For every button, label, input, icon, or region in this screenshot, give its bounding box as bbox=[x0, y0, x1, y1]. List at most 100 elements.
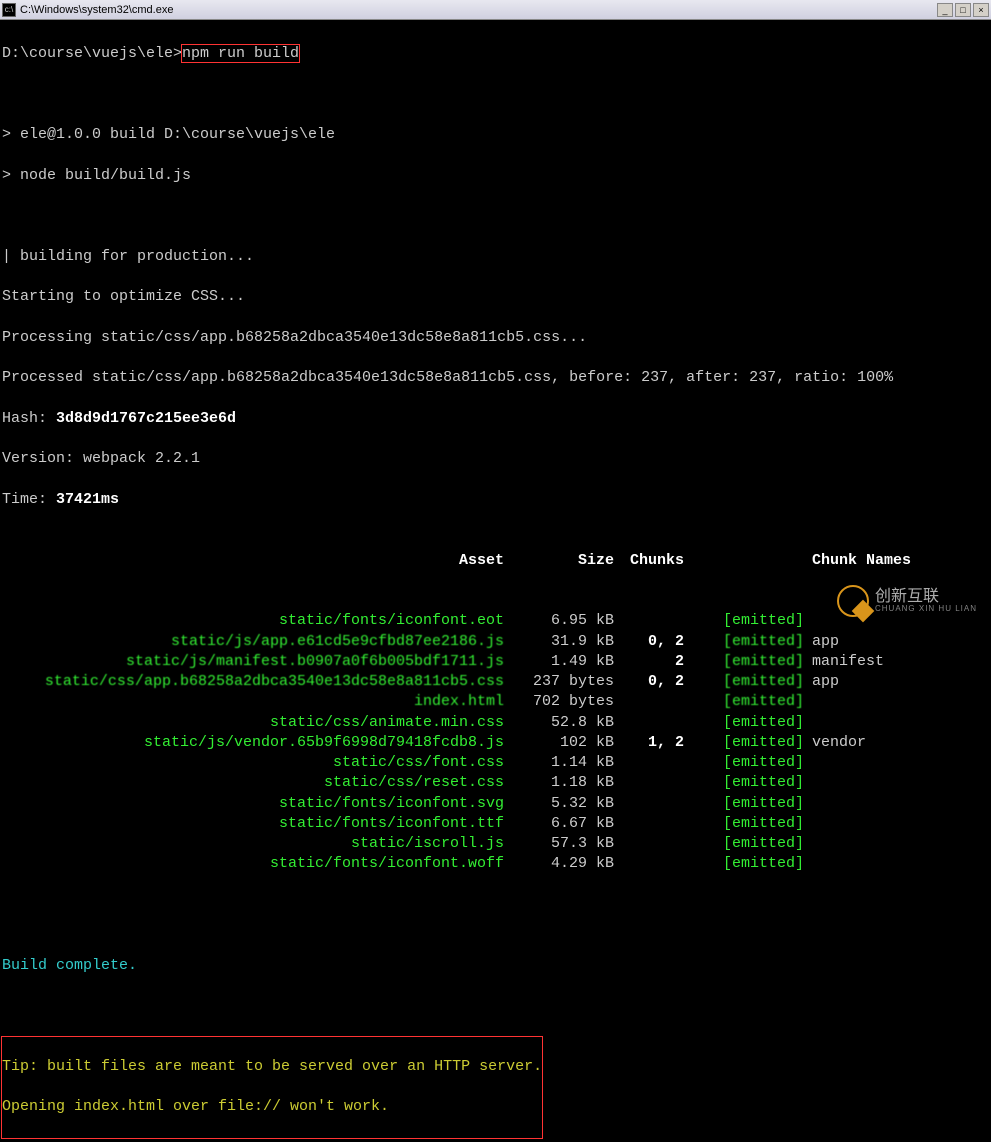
tip-line-2: Opening index.html over file:// won't wo… bbox=[2, 1097, 542, 1117]
asset-emitted: [emitted] bbox=[692, 652, 812, 672]
watermark-logo-icon bbox=[837, 585, 869, 617]
asset-emitted: [emitted] bbox=[692, 753, 812, 773]
asset-chunks: 2 bbox=[622, 652, 692, 672]
asset-row: static/css/app.b68258a2dbca3540e13dc58e8… bbox=[2, 672, 989, 692]
script-line: > ele@1.0.0 build D:\course\vuejs\ele bbox=[2, 125, 989, 145]
chunk-name bbox=[812, 753, 989, 773]
chunk-name: manifest bbox=[812, 652, 989, 672]
asset-emitted: [emitted] bbox=[692, 713, 812, 733]
time-line: Time: 37421ms bbox=[2, 490, 989, 510]
build-line: Starting to optimize CSS... bbox=[2, 287, 989, 307]
asset-name: index.html bbox=[2, 692, 512, 712]
asset-row: static/iscroll.js57.3 kB [emitted] bbox=[2, 834, 989, 854]
asset-name: static/css/animate.min.css bbox=[2, 713, 512, 733]
asset-chunks bbox=[622, 854, 692, 874]
asset-size: 5.32 kB bbox=[512, 794, 622, 814]
asset-name: static/fonts/iconfont.svg bbox=[2, 794, 512, 814]
hash-line: Hash: 3d8d9d1767c215ee3e6d bbox=[2, 409, 989, 429]
asset-name: static/css/font.css bbox=[2, 753, 512, 773]
version-line: Version: webpack 2.2.1 bbox=[2, 449, 989, 469]
script-line: > node build/build.js bbox=[2, 166, 989, 186]
tip-box: Tip: built files are meant to be served … bbox=[2, 1037, 542, 1138]
asset-name: static/js/vendor.65b9f6998d79418fcdb8.js bbox=[2, 733, 512, 753]
asset-row: index.html702 bytes [emitted] bbox=[2, 692, 989, 712]
asset-chunks bbox=[622, 713, 692, 733]
watermark-text: 创新互联 bbox=[875, 588, 977, 606]
window-title: C:\Windows\system32\cmd.exe bbox=[20, 4, 173, 16]
asset-size: 57.3 kB bbox=[512, 834, 622, 854]
chunk-name bbox=[812, 814, 989, 834]
asset-emitted: [emitted] bbox=[692, 834, 812, 854]
asset-emitted: [emitted] bbox=[692, 854, 812, 874]
window-titlebar[interactable]: c:\ C:\Windows\system32\cmd.exe _ □ × bbox=[0, 0, 991, 20]
asset-size: 31.9 kB bbox=[512, 632, 622, 652]
asset-size: 1.18 kB bbox=[512, 773, 622, 793]
chunk-name bbox=[812, 854, 989, 874]
asset-chunks bbox=[622, 611, 692, 631]
asset-name: static/iscroll.js bbox=[2, 834, 512, 854]
asset-chunks bbox=[622, 773, 692, 793]
asset-name: static/fonts/iconfont.eot bbox=[2, 611, 512, 631]
asset-emitted: [emitted] bbox=[692, 773, 812, 793]
asset-emitted: [emitted] bbox=[692, 692, 812, 712]
asset-chunks bbox=[622, 794, 692, 814]
asset-emitted: [emitted] bbox=[692, 611, 812, 631]
terminal-output[interactable]: D:\course\vuejs\ele>npm run build > ele@… bbox=[0, 20, 991, 1142]
asset-size: 102 kB bbox=[512, 733, 622, 753]
build-line: | building for production... bbox=[2, 247, 989, 267]
asset-chunks bbox=[622, 814, 692, 834]
asset-row: static/css/reset.css1.18 kB [emitted] bbox=[2, 773, 989, 793]
asset-row: static/js/app.e61cd5e9cfbd87ee2186.js31.… bbox=[2, 632, 989, 652]
chunk-name: app bbox=[812, 672, 989, 692]
asset-name: static/fonts/iconfont.woff bbox=[2, 854, 512, 874]
asset-emitted: [emitted] bbox=[692, 672, 812, 692]
asset-emitted: [emitted] bbox=[692, 632, 812, 652]
watermark: 创新互联 CHUANG XIN HU LIAN bbox=[837, 585, 977, 617]
asset-size: 1.14 kB bbox=[512, 753, 622, 773]
asset-name: static/fonts/iconfont.ttf bbox=[2, 814, 512, 834]
asset-row: static/fonts/iconfont.woff4.29 kB [emitte… bbox=[2, 854, 989, 874]
asset-size: 1.49 kB bbox=[512, 652, 622, 672]
tip-line-1: Tip: built files are meant to be served … bbox=[2, 1057, 542, 1077]
close-button[interactable]: × bbox=[973, 3, 989, 17]
asset-size: 237 bytes bbox=[512, 672, 622, 692]
watermark-subtext: CHUANG XIN HU LIAN bbox=[875, 605, 977, 614]
minimize-button[interactable]: _ bbox=[937, 3, 953, 17]
chunk-name bbox=[812, 773, 989, 793]
chunk-name bbox=[812, 713, 989, 733]
prompt-line: D:\course\vuejs\ele>npm run build bbox=[2, 44, 989, 64]
build-complete: Build complete. bbox=[2, 956, 989, 976]
asset-row: static/js/vendor.65b9f6998d79418fcdb8.js… bbox=[2, 733, 989, 753]
asset-size: 6.67 kB bbox=[512, 814, 622, 834]
asset-chunks bbox=[622, 692, 692, 712]
asset-row: static/js/manifest.b0907a0f6b005bdf1711.… bbox=[2, 652, 989, 672]
asset-name: static/css/reset.css bbox=[2, 773, 512, 793]
asset-emitted: [emitted] bbox=[692, 814, 812, 834]
asset-emitted: [emitted] bbox=[692, 733, 812, 753]
cmd-icon: c:\ bbox=[2, 3, 16, 17]
asset-size: 702 bytes bbox=[512, 692, 622, 712]
chunk-name bbox=[812, 692, 989, 712]
asset-name: static/js/app.e61cd5e9cfbd87ee2186.js bbox=[2, 632, 512, 652]
chunk-name: app bbox=[812, 632, 989, 652]
asset-chunks bbox=[622, 834, 692, 854]
asset-name: static/js/manifest.b0907a0f6b005bdf1711.… bbox=[2, 652, 512, 672]
asset-size: 6.95 kB bbox=[512, 611, 622, 631]
chunk-name bbox=[812, 794, 989, 814]
asset-emitted: [emitted] bbox=[692, 794, 812, 814]
maximize-button[interactable]: □ bbox=[955, 3, 971, 17]
build-line: Processed static/css/app.b68258a2dbca354… bbox=[2, 368, 989, 388]
asset-chunks: 1, 2 bbox=[622, 733, 692, 753]
asset-row: static/fonts/iconfont.svg5.32 kB [emitted… bbox=[2, 794, 989, 814]
build-line: Processing static/css/app.b68258a2dbca35… bbox=[2, 328, 989, 348]
highlighted-command: npm run build bbox=[182, 45, 299, 62]
chunk-name: vendor bbox=[812, 733, 989, 753]
asset-row: static/fonts/iconfont.ttf6.67 kB [emitted… bbox=[2, 814, 989, 834]
asset-size: 52.8 kB bbox=[512, 713, 622, 733]
asset-row: static/css/font.css1.14 kB [emitted] bbox=[2, 753, 989, 773]
asset-size: 4.29 kB bbox=[512, 854, 622, 874]
table-header: AssetSizeChunksChunk Names bbox=[2, 551, 989, 571]
asset-chunks: 0, 2 bbox=[622, 632, 692, 652]
asset-chunks bbox=[622, 753, 692, 773]
asset-chunks: 0, 2 bbox=[622, 672, 692, 692]
